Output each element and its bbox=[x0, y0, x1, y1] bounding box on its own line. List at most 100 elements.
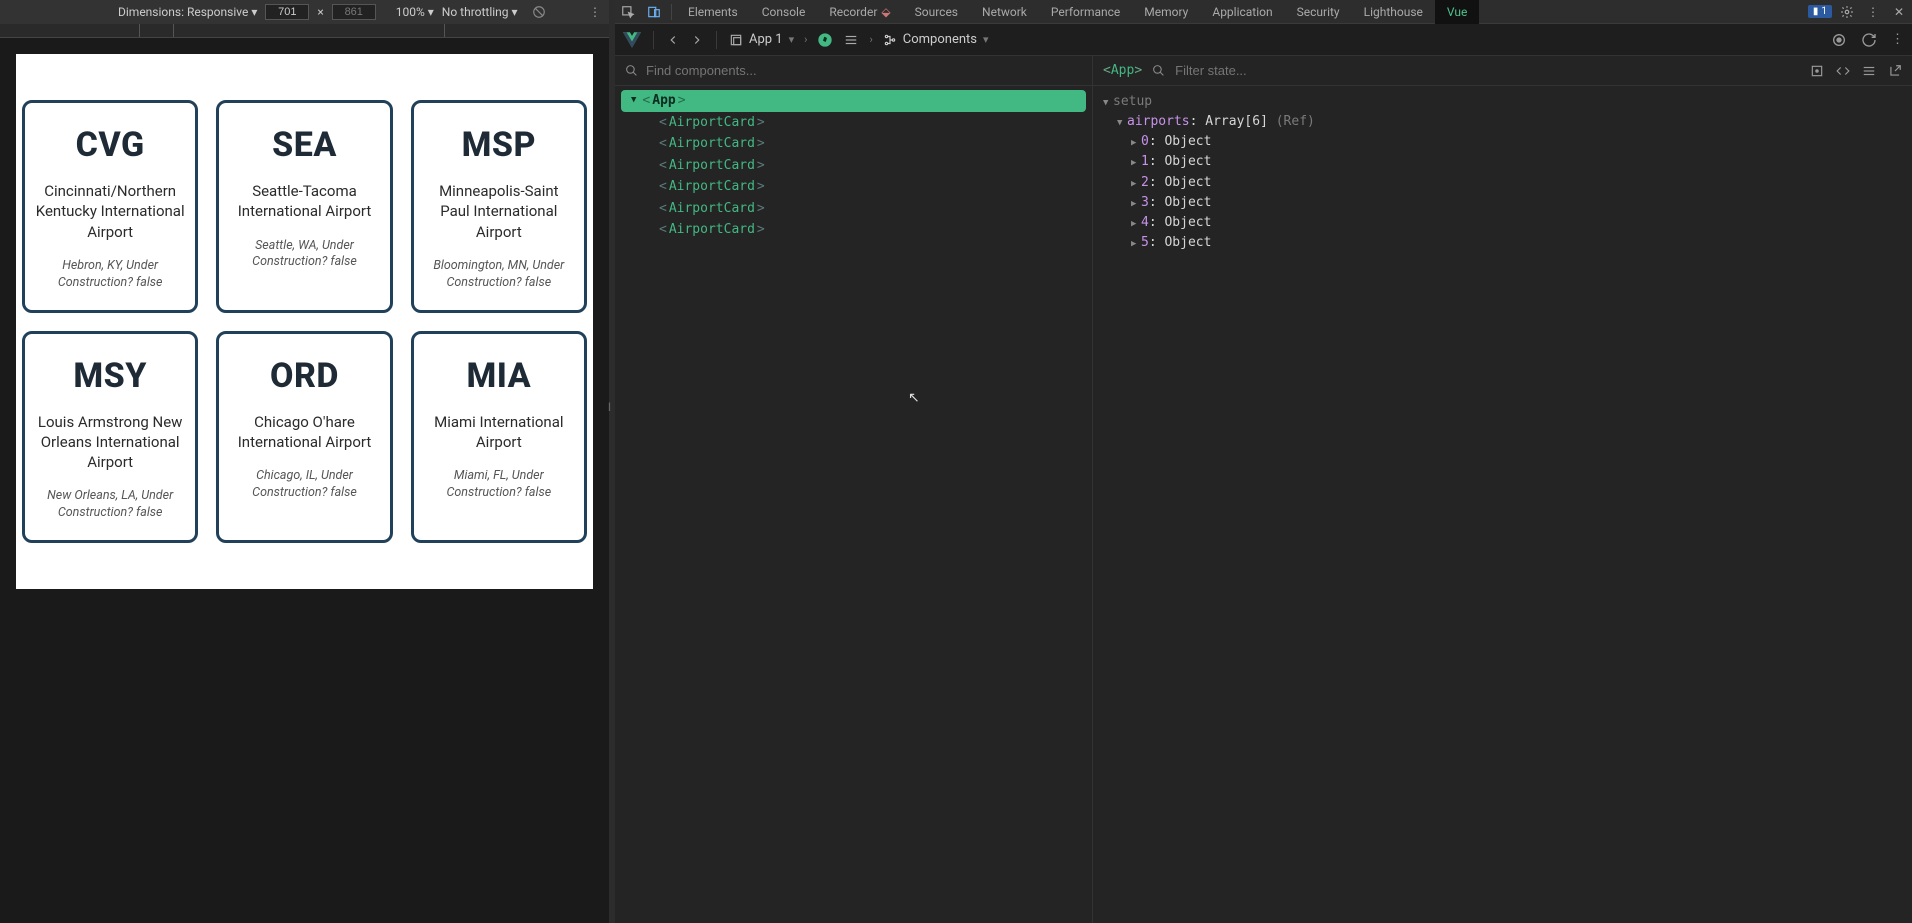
inspect-element-icon[interactable] bbox=[615, 0, 641, 24]
scroll-to-component-icon[interactable] bbox=[1810, 64, 1824, 78]
rotate-icon[interactable] bbox=[532, 5, 546, 19]
state-filter-input[interactable] bbox=[1175, 63, 1800, 78]
airport-cards-grid: CVG Cincinnati/Northern Kentucky Interna… bbox=[22, 100, 587, 543]
tree-node-airportcard[interactable]: <AirportCard> bbox=[615, 112, 1092, 134]
state-array-item[interactable]: 1: Object bbox=[1103, 152, 1902, 172]
toggle-device-toolbar-icon[interactable] bbox=[641, 0, 667, 24]
devtools-tab-bar: Elements Console Recorder ⬙ Sources Netw… bbox=[615, 0, 1912, 24]
airport-meta: New Orleans, LA, Under Construction? fal… bbox=[35, 488, 185, 522]
chevron-down-icon: ▾ bbox=[983, 33, 989, 46]
component-search-input[interactable] bbox=[646, 63, 1082, 78]
airport-card[interactable]: CVG Cincinnati/Northern Kentucky Interna… bbox=[22, 100, 198, 313]
refresh-icon[interactable] bbox=[1861, 32, 1877, 48]
device-height-input[interactable] bbox=[332, 4, 376, 20]
pane-resize-handle[interactable] bbox=[609, 0, 615, 923]
responsive-ruler[interactable] bbox=[0, 24, 609, 38]
component-tree-panel: ▼<App> <AirportCard> <AirportCard> <Airp… bbox=[615, 56, 1093, 923]
airport-meta: Miami, FL, Under Construction? false bbox=[424, 468, 574, 502]
state-group-setup[interactable]: setup bbox=[1103, 92, 1902, 112]
airport-name: Louis Armstrong New Orleans Internationa… bbox=[35, 412, 185, 473]
airport-code: MSY bbox=[35, 356, 185, 396]
device-more-icon[interactable]: ⋮ bbox=[589, 5, 601, 19]
vue-more-icon[interactable]: ⋮ bbox=[1891, 32, 1904, 48]
airport-card[interactable]: MSY Louis Armstrong New Orleans Internat… bbox=[22, 331, 198, 544]
airport-name: Chicago O'hare International Airport bbox=[229, 412, 379, 453]
open-in-editor-icon[interactable] bbox=[1888, 64, 1902, 78]
airport-code: ORD bbox=[229, 356, 379, 396]
inspect-dom-icon[interactable] bbox=[1862, 64, 1876, 78]
tab-network[interactable]: Network bbox=[970, 0, 1039, 24]
airport-name: Miami International Airport bbox=[424, 412, 574, 453]
airport-code: MSP bbox=[424, 125, 574, 165]
tab-recorder[interactable]: Recorder ⬙ bbox=[817, 0, 902, 24]
tab-security[interactable]: Security bbox=[1285, 0, 1352, 24]
airport-name: Seattle-Tacoma International Airport bbox=[229, 181, 379, 222]
airport-name: Minneapolis-Saint Paul International Air… bbox=[424, 181, 574, 242]
airport-card[interactable]: ORD Chicago O'hare International Airport… bbox=[216, 331, 392, 544]
preview-badge-icon: ⬙ bbox=[881, 5, 890, 19]
nav-forward-icon[interactable] bbox=[690, 33, 704, 47]
tree-caret-icon[interactable]: ▼ bbox=[631, 94, 636, 108]
airport-name: Cincinnati/Northern Kentucky Internation… bbox=[35, 181, 185, 242]
tree-node-airportcard[interactable]: <AirportCard> bbox=[615, 155, 1092, 177]
state-array-item[interactable]: 5: Object bbox=[1103, 233, 1902, 253]
airport-card[interactable]: SEA Seattle-Tacoma International Airport… bbox=[216, 100, 392, 313]
tab-console[interactable]: Console bbox=[750, 0, 818, 24]
tree-node-airportcard[interactable]: <AirportCard> bbox=[615, 198, 1092, 220]
state-breadcrumb[interactable]: <App> bbox=[1103, 63, 1142, 78]
state-array-item[interactable]: 3: Object bbox=[1103, 193, 1902, 213]
airport-meta: Bloomington, MN, Under Construction? fal… bbox=[424, 258, 574, 292]
tree-node-app[interactable]: ▼<App> bbox=[621, 90, 1086, 112]
nav-back-icon[interactable] bbox=[666, 33, 680, 47]
vue-logo-icon bbox=[623, 31, 641, 49]
tab-elements[interactable]: Elements bbox=[676, 0, 750, 24]
components-selector[interactable]: Components ▾ bbox=[883, 32, 989, 47]
tab-application[interactable]: Application bbox=[1200, 0, 1284, 24]
airport-card[interactable]: MIA Miami International Airport Miami, F… bbox=[411, 331, 587, 544]
zoom-dropdown[interactable]: 100% ▾ bbox=[396, 5, 434, 19]
airport-code: CVG bbox=[35, 125, 185, 165]
tab-sources[interactable]: Sources bbox=[903, 0, 970, 24]
component-search-row bbox=[615, 56, 1092, 86]
tree-node-airportcard[interactable]: <AirportCard> bbox=[615, 176, 1092, 198]
error-count-badge[interactable]: ▮1 bbox=[1808, 5, 1832, 18]
app-selector[interactable]: App 1 ▾ bbox=[729, 32, 794, 47]
state-header: <App> bbox=[1093, 56, 1912, 86]
show-render-code-icon[interactable] bbox=[1836, 64, 1850, 78]
state-array-item[interactable]: 0: Object bbox=[1103, 132, 1902, 152]
state-array-item[interactable]: 4: Object bbox=[1103, 213, 1902, 233]
device-stage: CVG Cincinnati/Northern Kentucky Interna… bbox=[0, 38, 609, 923]
devtools-pane: Elements Console Recorder ⬙ Sources Netw… bbox=[615, 0, 1912, 923]
airport-card[interactable]: MSP Minneapolis-Saint Paul International… bbox=[411, 100, 587, 313]
device-width-input[interactable] bbox=[265, 4, 309, 20]
tab-memory[interactable]: Memory bbox=[1132, 0, 1200, 24]
breadcrumb-separator-icon: › bbox=[804, 33, 807, 46]
responsive-device-pane: Dimensions: Responsive ▾ × 100% ▾ No thr… bbox=[0, 0, 609, 923]
devtools-close-icon[interactable]: ✕ bbox=[1886, 0, 1912, 24]
airport-meta: Chicago, IL, Under Construction? false bbox=[229, 468, 379, 502]
tab-vue[interactable]: Vue bbox=[1435, 0, 1479, 24]
tab-performance[interactable]: Performance bbox=[1039, 0, 1132, 24]
throttling-dropdown[interactable]: No throttling ▾ bbox=[442, 5, 518, 19]
settings-gear-icon[interactable] bbox=[1834, 0, 1860, 24]
dimension-separator: × bbox=[317, 5, 323, 19]
device-toolbar: Dimensions: Responsive ▾ × 100% ▾ No thr… bbox=[0, 0, 609, 24]
rendered-page: CVG Cincinnati/Northern Kentucky Interna… bbox=[16, 54, 593, 589]
airport-meta: Seattle, WA, Under Construction? false bbox=[229, 238, 379, 272]
airport-code: SEA bbox=[229, 125, 379, 165]
state-array-item[interactable]: 2: Object bbox=[1103, 173, 1902, 193]
tab-lighthouse[interactable]: Lighthouse bbox=[1352, 0, 1435, 24]
state-key-airports[interactable]: airports: Array[6] (Ref) bbox=[1103, 112, 1902, 132]
vue-devtools-body: ▼<App> <AirportCard> <AirportCard> <Airp… bbox=[615, 56, 1912, 923]
dimensions-dropdown[interactable]: Dimensions: Responsive ▾ bbox=[118, 5, 257, 19]
tree-node-airportcard[interactable]: <AirportCard> bbox=[615, 133, 1092, 155]
tree-node-airportcard[interactable]: <AirportCard> bbox=[615, 219, 1092, 241]
devtools-more-icon[interactable]: ⋮ bbox=[1860, 0, 1886, 24]
select-component-icon[interactable] bbox=[1831, 32, 1847, 48]
vue-devtools-toolbar: App 1 ▾ › › Components ▾ ⋮ bbox=[615, 24, 1912, 56]
state-tree: setup airports: Array[6] (Ref) 0: Object… bbox=[1093, 86, 1912, 259]
timeline-icon[interactable] bbox=[843, 33, 859, 47]
inspector-compass-icon[interactable] bbox=[817, 32, 833, 48]
component-state-panel: <App> setup airports: Array[6] (Ref) 0: … bbox=[1093, 56, 1912, 923]
components-tree-icon bbox=[883, 33, 897, 47]
